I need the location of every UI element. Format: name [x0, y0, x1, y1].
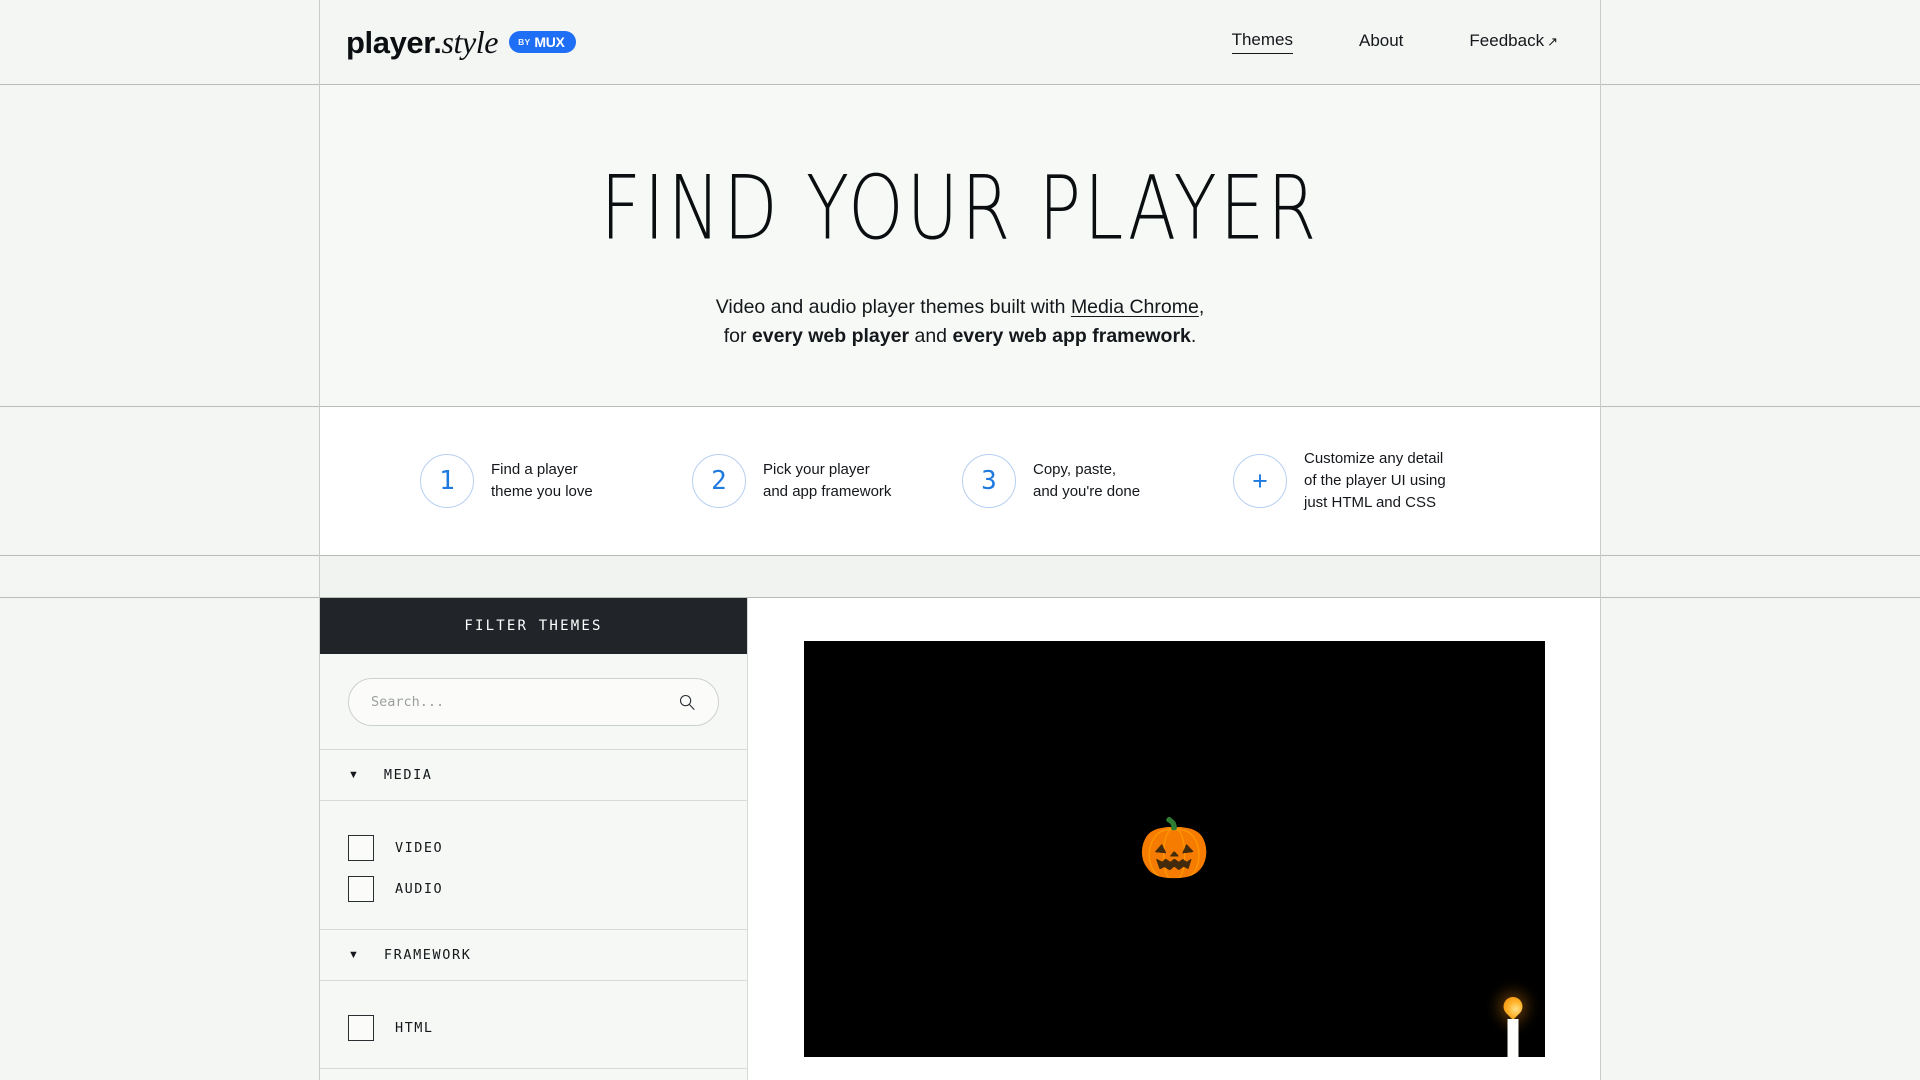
filter-panel-title: FILTER THEMES: [320, 598, 747, 654]
filter-section-label-framework: FRAMEWORK: [383, 947, 472, 963]
search-icon[interactable]: [678, 693, 696, 711]
logo-word-style: style: [441, 23, 499, 60]
by-mux-badge[interactable]: BY MUX: [509, 31, 576, 53]
filter-section-header-framework[interactable]: ▼ FRAMEWORK: [320, 930, 747, 981]
subtitle-text-c: for: [723, 325, 752, 348]
step-marker-2: 2: [692, 454, 746, 508]
filter-option-label-audio: AUDIO: [395, 880, 444, 897]
filter-options-framework: HTML: [320, 981, 747, 1069]
candle-icon: [1499, 993, 1527, 1057]
candle-flame: [1499, 993, 1527, 1020]
search-input[interactable]: [371, 693, 696, 710]
subtitle-text-b: ,: [1198, 295, 1205, 318]
filter-option-audio[interactable]: AUDIO: [348, 868, 719, 909]
hero-subtitle: Video and audio player themes built with…: [716, 293, 1205, 352]
theme-preview-area: 🎃: [749, 598, 1600, 1080]
subtitle-text-a: Video and audio player themes built with: [715, 295, 1071, 318]
step-text-1: Find a player theme you love: [491, 461, 593, 500]
filter-section-header-media[interactable]: ▼ MEDIA: [320, 750, 747, 801]
filter-option-label-html: HTML: [395, 1019, 434, 1036]
filter-option-video[interactable]: VIDEO: [348, 827, 719, 868]
hero-section: FIND YOUR PLAYER Video and audio player …: [320, 85, 1600, 406]
candle-wax: [1507, 1019, 1519, 1057]
nav-label-about: About: [1358, 30, 1404, 50]
subtitle-bold-player: every web player: [751, 325, 910, 348]
logo-word-player: player: [346, 24, 434, 60]
nav-item-about[interactable]: About: [1359, 31, 1403, 54]
nav-item-themes[interactable]: Themes: [1231, 30, 1293, 54]
filter-options-media: VIDEO AUDIO: [320, 801, 747, 930]
media-chrome-link[interactable]: Media Chrome: [1071, 296, 1199, 318]
step-item-1: 1 Find a player theme you love: [420, 454, 692, 508]
grid-line-steps-bottom: [0, 555, 1920, 556]
filter-sidebar: FILTER THEMES ▼ MEDIA VIDEO: [320, 598, 748, 1080]
nav-item-feedback[interactable]: Feedback ↗: [1469, 31, 1558, 54]
nav-label-feedback: Feedback: [1469, 30, 1545, 50]
step-item-3: 3 Copy, paste, and you're done: [962, 454, 1233, 508]
checkbox-html[interactable]: [348, 1014, 374, 1041]
search-row: [320, 654, 747, 750]
search-box[interactable]: [348, 677, 719, 726]
filter-option-label-video: VIDEO: [395, 839, 444, 856]
subtitle-text-d: and: [909, 325, 953, 348]
page-root: player.style BY MUX Themes About Feedbac…: [0, 0, 1920, 1080]
grid-line-right-column: [1600, 0, 1601, 1080]
step-marker-plus: +: [1233, 454, 1287, 508]
chevron-down-icon: ▼: [348, 768, 359, 781]
site-logo[interactable]: player.style BY MUX: [346, 24, 576, 61]
filter-section-label-media: MEDIA: [383, 767, 433, 783]
video-player-preview[interactable]: 🎃: [804, 641, 1545, 1057]
step-text-plus: Customize any detail of the player UI us…: [1304, 450, 1446, 511]
steps-band: 1 Find a player theme you love 2 Pick yo…: [320, 407, 1600, 555]
step-marker-1: 1: [420, 454, 474, 508]
logo-wordmark: player.style: [346, 23, 499, 61]
site-header: player.style BY MUX Themes About Feedbac…: [320, 0, 1600, 84]
step-text-2: Pick your player and app framework: [763, 461, 892, 500]
step-item-plus: + Customize any detail of the player UI …: [1233, 448, 1533, 513]
badge-mux-label: MUX: [534, 33, 565, 50]
checkbox-audio[interactable]: [348, 875, 374, 902]
filter-option-html[interactable]: HTML: [348, 1007, 719, 1048]
subtitle-bold-framework: every web app framework: [952, 325, 1191, 348]
step-item-2: 2 Pick your player and app framework: [692, 454, 962, 508]
external-link-icon: ↗: [1547, 33, 1558, 49]
nav-label-themes: Themes: [1231, 30, 1293, 49]
pumpkin-icon: 🎃: [1138, 816, 1211, 881]
subtitle-text-e: .: [1190, 325, 1197, 348]
badge-by-label: BY: [518, 36, 531, 47]
checkbox-video[interactable]: [348, 834, 374, 861]
gap-band-background: [320, 556, 1600, 597]
main-navigation: Themes About Feedback ↗: [1231, 30, 1574, 54]
step-text-3: Copy, paste, and you're done: [1033, 461, 1141, 500]
chevron-down-icon-framework: ▼: [348, 948, 359, 961]
page-title: FIND YOUR PLAYER: [600, 156, 1320, 260]
step-marker-3: 3: [962, 454, 1016, 508]
